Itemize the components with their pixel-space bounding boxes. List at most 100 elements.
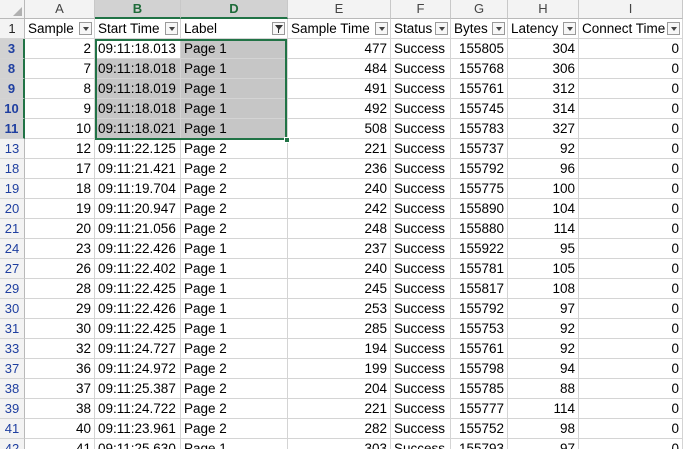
cell-h[interactable]: 100 — [508, 179, 579, 199]
cell-b[interactable]: 09:11:20.947 — [95, 199, 181, 219]
cell-e[interactable]: 285 — [288, 319, 391, 339]
cell-g[interactable]: 155737 — [451, 139, 508, 159]
cell-d[interactable]: Page 1 — [181, 39, 288, 59]
select-all-corner[interactable] — [0, 0, 25, 19]
row-number[interactable]: 33 — [0, 339, 25, 359]
cell-h[interactable]: 97 — [508, 299, 579, 319]
cell-h[interactable]: 114 — [508, 219, 579, 239]
filter-dropdown-icon[interactable] — [435, 22, 448, 35]
cell-f[interactable]: Success — [391, 139, 451, 159]
cell-g[interactable]: 155761 — [451, 339, 508, 359]
cell-d[interactable]: Page 2 — [181, 359, 288, 379]
filter-dropdown-icon[interactable] — [165, 22, 178, 35]
cell-b[interactable]: 09:11:22.402 — [95, 259, 181, 279]
column-header-g[interactable]: G — [451, 0, 508, 19]
row-number[interactable]: 30 — [0, 299, 25, 319]
cell-d[interactable]: Page 1 — [181, 319, 288, 339]
cell-d[interactable]: Page 2 — [181, 339, 288, 359]
cell-h[interactable]: 92 — [508, 339, 579, 359]
cell-a[interactable]: 12 — [25, 139, 95, 159]
header-cell-bytes[interactable]: Bytes — [451, 19, 508, 39]
cell-e[interactable]: 221 — [288, 139, 391, 159]
cell-f[interactable]: Success — [391, 179, 451, 199]
row-number[interactable]: 21 — [0, 219, 25, 239]
cell-d[interactable]: Page 2 — [181, 399, 288, 419]
row-number[interactable]: 1 — [0, 19, 25, 39]
cell-a[interactable]: 37 — [25, 379, 95, 399]
row-number[interactable]: 27 — [0, 259, 25, 279]
cell-d[interactable]: Page 1 — [181, 119, 288, 139]
cell-a[interactable]: 26 — [25, 259, 95, 279]
cell-e[interactable]: 245 — [288, 279, 391, 299]
row-number[interactable]: 41 — [0, 419, 25, 439]
row-number[interactable]: 11 — [0, 119, 25, 139]
cell-h[interactable]: 94 — [508, 359, 579, 379]
cell-b[interactable]: 09:11:18.019 — [95, 79, 181, 99]
cell-a[interactable]: 32 — [25, 339, 95, 359]
cell-g[interactable]: 155817 — [451, 279, 508, 299]
cell-a[interactable]: 17 — [25, 159, 95, 179]
header-cell-sample[interactable]: Sample — [25, 19, 95, 39]
cell-b[interactable]: 09:11:18.021 — [95, 119, 181, 139]
cell-g[interactable]: 155775 — [451, 179, 508, 199]
cell-i[interactable]: 0 — [579, 239, 683, 259]
cell-d[interactable]: Page 1 — [181, 259, 288, 279]
cell-i[interactable]: 0 — [579, 319, 683, 339]
column-header-f[interactable]: F — [391, 0, 451, 19]
header-cell-start-time[interactable]: Start Time — [95, 19, 181, 39]
cell-h[interactable]: 105 — [508, 259, 579, 279]
row-number[interactable]: 31 — [0, 319, 25, 339]
cell-b[interactable]: 09:11:24.972 — [95, 359, 181, 379]
cell-e[interactable]: 303 — [288, 439, 391, 449]
cell-i[interactable]: 0 — [579, 159, 683, 179]
cell-e[interactable]: 248 — [288, 219, 391, 239]
cell-h[interactable]: 312 — [508, 79, 579, 99]
cell-f[interactable]: Success — [391, 259, 451, 279]
cell-h[interactable]: 92 — [508, 319, 579, 339]
column-header-i[interactable]: I — [579, 0, 683, 19]
cell-f[interactable]: Success — [391, 39, 451, 59]
spreadsheet-grid[interactable]: A B D E F G H I 1 Sample Start Time Label Sample Tim… — [0, 0, 695, 449]
cell-g[interactable]: 155798 — [451, 359, 508, 379]
cell-d[interactable]: Page 1 — [181, 79, 288, 99]
cell-a[interactable]: 41 — [25, 439, 95, 449]
cell-f[interactable]: Success — [391, 59, 451, 79]
cell-f[interactable]: Success — [391, 399, 451, 419]
cell-i[interactable]: 0 — [579, 119, 683, 139]
cell-e[interactable]: 204 — [288, 379, 391, 399]
cell-a[interactable]: 18 — [25, 179, 95, 199]
row-number[interactable]: 8 — [0, 59, 25, 79]
cell-g[interactable]: 155793 — [451, 439, 508, 449]
cell-a[interactable]: 10 — [25, 119, 95, 139]
cell-g[interactable]: 155777 — [451, 399, 508, 419]
cell-h[interactable]: 88 — [508, 379, 579, 399]
cell-a[interactable]: 9 — [25, 99, 95, 119]
column-header-a[interactable]: A — [25, 0, 95, 19]
header-cell-label[interactable]: Label — [181, 19, 288, 39]
cell-e[interactable]: 242 — [288, 199, 391, 219]
cell-g[interactable]: 155922 — [451, 239, 508, 259]
cell-a[interactable]: 2 — [25, 39, 95, 59]
cell-d[interactable]: Page 2 — [181, 139, 288, 159]
cell-f[interactable]: Success — [391, 299, 451, 319]
cell-b[interactable]: 09:11:25.630 — [95, 439, 181, 449]
cell-b[interactable]: 09:11:18.018 — [95, 99, 181, 119]
cell-h[interactable]: 98 — [508, 419, 579, 439]
cell-f[interactable]: Success — [391, 119, 451, 139]
cell-f[interactable]: Success — [391, 279, 451, 299]
cell-g[interactable]: 155745 — [451, 99, 508, 119]
row-number[interactable]: 37 — [0, 359, 25, 379]
cell-f[interactable]: Success — [391, 439, 451, 449]
cell-e[interactable]: 236 — [288, 159, 391, 179]
cell-b[interactable]: 09:11:24.722 — [95, 399, 181, 419]
cell-h[interactable]: 97 — [508, 439, 579, 449]
row-number[interactable]: 24 — [0, 239, 25, 259]
cell-f[interactable]: Success — [391, 219, 451, 239]
cell-a[interactable]: 30 — [25, 319, 95, 339]
cell-f[interactable]: Success — [391, 419, 451, 439]
cell-f[interactable]: Success — [391, 199, 451, 219]
cell-e[interactable]: 221 — [288, 399, 391, 419]
cell-a[interactable]: 8 — [25, 79, 95, 99]
cell-d[interactable]: Page 2 — [181, 179, 288, 199]
cell-i[interactable]: 0 — [579, 399, 683, 419]
